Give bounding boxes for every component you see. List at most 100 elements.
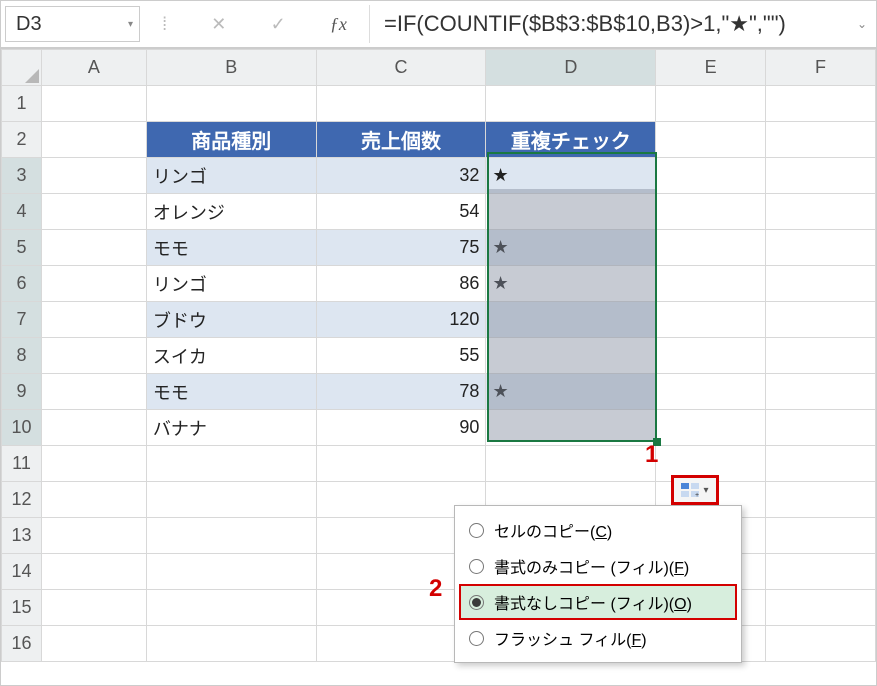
cell[interactable]	[766, 626, 876, 662]
cell[interactable]	[486, 194, 656, 230]
cell[interactable]: モモ	[146, 230, 316, 266]
table-header[interactable]: 重複チェック	[486, 122, 656, 158]
cell[interactable]	[486, 446, 656, 482]
cell[interactable]	[766, 230, 876, 266]
menu-format-only[interactable]: 書式のみコピー (フィル)(F)	[459, 548, 737, 584]
cell[interactable]: 78	[316, 374, 486, 410]
name-box[interactable]: D3 ▾	[5, 6, 140, 42]
formula-input[interactable]: =IF(COUNTIF($B$3:$B$10,B3)>1,"★","")	[370, 5, 848, 43]
cell[interactable]	[486, 410, 656, 446]
cell[interactable]	[41, 86, 146, 122]
cell[interactable]	[656, 302, 766, 338]
cell[interactable]	[656, 230, 766, 266]
cell[interactable]	[656, 266, 766, 302]
cell[interactable]	[486, 86, 656, 122]
cancel-x-icon[interactable]: ✕	[203, 14, 234, 35]
autofill-options-button[interactable]: + ▾	[671, 475, 719, 505]
cell[interactable]	[41, 518, 146, 554]
cell[interactable]: 86	[316, 266, 486, 302]
cell[interactable]	[146, 86, 316, 122]
select-all-corner[interactable]	[2, 50, 42, 86]
cell[interactable]: ★	[486, 230, 656, 266]
cell[interactable]	[146, 590, 316, 626]
col-head-F[interactable]: F	[766, 50, 876, 86]
cell[interactable]	[766, 86, 876, 122]
col-head-B[interactable]: B	[146, 50, 316, 86]
row-head[interactable]: 9	[2, 374, 42, 410]
cell[interactable]: ブドウ	[146, 302, 316, 338]
cell[interactable]	[656, 158, 766, 194]
row-head[interactable]: 4	[2, 194, 42, 230]
dots-icon[interactable]: ⁞	[154, 14, 175, 35]
cell[interactable]	[146, 554, 316, 590]
cell[interactable]	[766, 590, 876, 626]
col-head-E[interactable]: E	[656, 50, 766, 86]
cell[interactable]	[41, 590, 146, 626]
cell[interactable]	[41, 230, 146, 266]
cell[interactable]	[766, 410, 876, 446]
cell[interactable]: 55	[316, 338, 486, 374]
cell[interactable]: バナナ	[146, 410, 316, 446]
grid-table[interactable]: A B C D E F 1 2 商品種別 売上個数 重複チェック 3 リンゴ 3…	[1, 49, 876, 662]
row-head[interactable]: 8	[2, 338, 42, 374]
cell[interactable]	[41, 374, 146, 410]
cell[interactable]	[146, 626, 316, 662]
cell[interactable]	[656, 122, 766, 158]
menu-flash-fill[interactable]: フラッシュ フィル(F)	[459, 620, 737, 656]
row-head[interactable]: 3	[2, 158, 42, 194]
cell[interactable]	[41, 446, 146, 482]
cell[interactable]	[41, 626, 146, 662]
cell[interactable]	[146, 446, 316, 482]
cell[interactable]	[41, 410, 146, 446]
row-head[interactable]: 2	[2, 122, 42, 158]
cell[interactable]: 54	[316, 194, 486, 230]
cell[interactable]	[766, 266, 876, 302]
cell[interactable]	[766, 122, 876, 158]
cell[interactable]	[656, 410, 766, 446]
cell[interactable]	[41, 482, 146, 518]
cell[interactable]	[766, 338, 876, 374]
cell[interactable]	[766, 554, 876, 590]
cell[interactable]	[766, 158, 876, 194]
col-head-C[interactable]: C	[316, 50, 486, 86]
col-head-D[interactable]: D	[486, 50, 656, 86]
cell[interactable]: 120	[316, 302, 486, 338]
cell[interactable]: ★	[486, 266, 656, 302]
row-head[interactable]: 12	[2, 482, 42, 518]
cell[interactable]	[656, 86, 766, 122]
cell[interactable]	[656, 374, 766, 410]
expand-formula-icon[interactable]: ⌄	[848, 5, 876, 43]
cell[interactable]	[41, 554, 146, 590]
cell[interactable]: 75	[316, 230, 486, 266]
cell[interactable]: 90	[316, 410, 486, 446]
cell[interactable]: ★	[486, 374, 656, 410]
cell[interactable]	[656, 194, 766, 230]
col-head-A[interactable]: A	[41, 50, 146, 86]
cell[interactable]: リンゴ	[146, 266, 316, 302]
chevron-down-icon[interactable]: ▾	[128, 19, 133, 30]
cell[interactable]	[486, 302, 656, 338]
cell[interactable]	[41, 158, 146, 194]
table-header[interactable]: 商品種別	[146, 122, 316, 158]
cell[interactable]	[766, 482, 876, 518]
menu-without-format[interactable]: 書式なしコピー (フィル)(O)	[459, 584, 737, 620]
cell[interactable]: リンゴ	[146, 158, 316, 194]
fx-icon[interactable]: ƒx	[322, 14, 355, 35]
row-head[interactable]: 14	[2, 554, 42, 590]
cell[interactable]	[766, 302, 876, 338]
cell[interactable]	[146, 482, 316, 518]
cell[interactable]	[41, 302, 146, 338]
row-head[interactable]: 15	[2, 590, 42, 626]
cell[interactable]: 32	[316, 158, 486, 194]
row-head[interactable]: 11	[2, 446, 42, 482]
cell[interactable]	[766, 518, 876, 554]
cell[interactable]	[766, 194, 876, 230]
cell[interactable]	[41, 122, 146, 158]
row-head[interactable]: 6	[2, 266, 42, 302]
cell[interactable]	[316, 86, 486, 122]
row-head[interactable]: 5	[2, 230, 42, 266]
accept-check-icon[interactable]: ✓	[263, 14, 294, 35]
row-head[interactable]: 10	[2, 410, 42, 446]
row-head[interactable]: 1	[2, 86, 42, 122]
cell[interactable]	[146, 518, 316, 554]
